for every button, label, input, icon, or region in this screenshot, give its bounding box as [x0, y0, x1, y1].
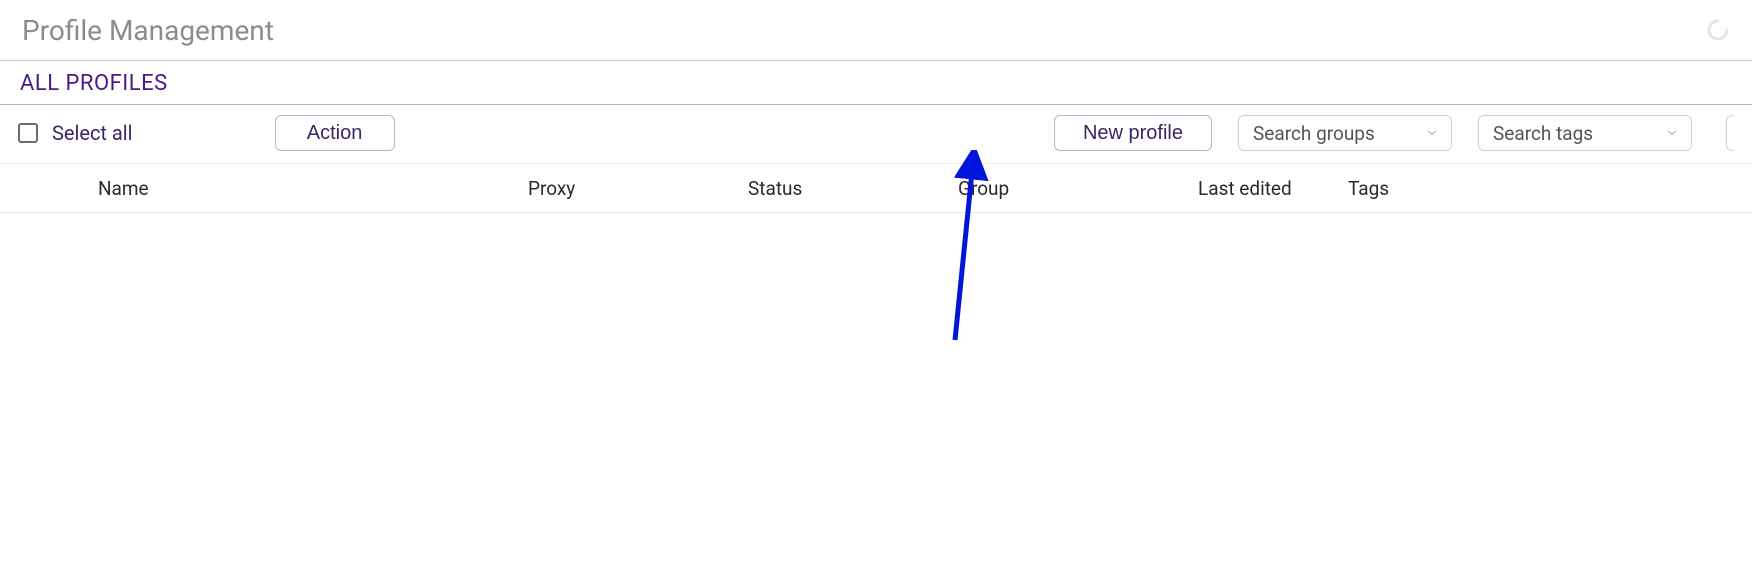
col-status: Status — [748, 177, 958, 200]
col-last-edited: Last edited — [1198, 177, 1348, 200]
select-all-wrap: Select all — [18, 121, 133, 145]
search-groups-placeholder: Search groups — [1253, 122, 1375, 145]
col-tags: Tags — [1348, 177, 1734, 200]
toolbar: Select all Action New profile Search gro… — [0, 105, 1752, 164]
col-group: Group — [958, 177, 1198, 200]
truncated-control[interactable] — [1726, 115, 1734, 151]
col-name: Name — [98, 177, 528, 200]
select-all-checkbox[interactable] — [18, 123, 38, 143]
new-profile-button[interactable]: New profile — [1054, 115, 1212, 151]
chevron-down-icon — [1425, 126, 1439, 140]
section-title: ALL PROFILES — [20, 71, 1732, 96]
select-all-label: Select all — [52, 121, 133, 145]
search-tags-placeholder: Search tags — [1493, 122, 1593, 145]
chevron-down-icon — [1665, 126, 1679, 140]
search-tags-select[interactable]: Search tags — [1478, 115, 1692, 151]
page-title: Profile Management — [22, 14, 274, 47]
title-bar: Profile Management — [0, 0, 1752, 61]
col-proxy: Proxy — [528, 177, 748, 200]
action-button[interactable]: Action — [275, 115, 395, 151]
loading-icon — [1706, 18, 1730, 42]
section-heading-row: ALL PROFILES — [0, 61, 1752, 105]
table-header: Name Proxy Status Group Last edited Tags — [0, 164, 1752, 213]
search-groups-select[interactable]: Search groups — [1238, 115, 1452, 151]
